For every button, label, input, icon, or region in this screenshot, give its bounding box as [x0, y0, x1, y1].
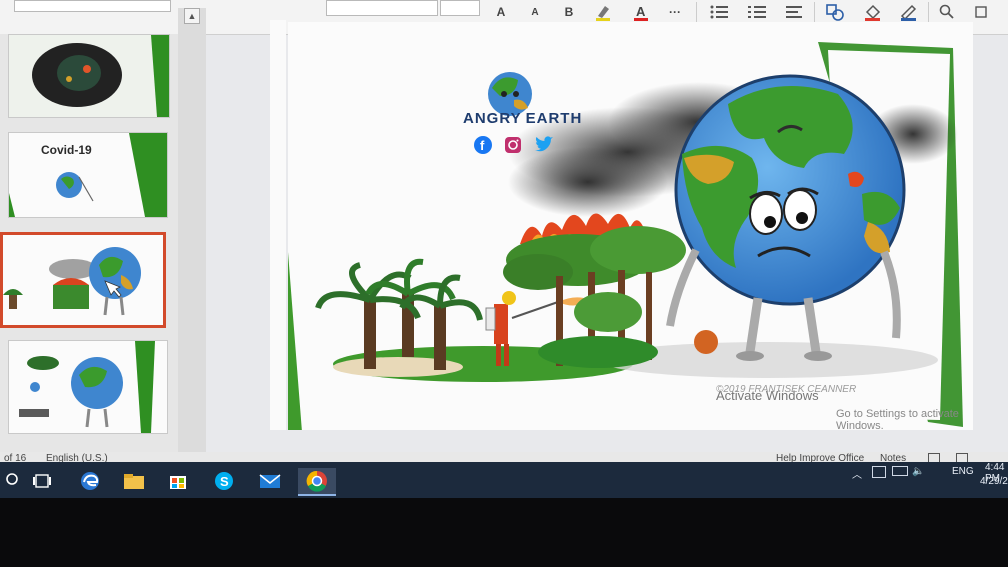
align-icon[interactable] [782, 2, 808, 22]
grow-font-button[interactable]: A [492, 2, 510, 22]
divider [928, 2, 929, 24]
numbering-icon[interactable] [744, 2, 770, 22]
mail-icon[interactable] [256, 468, 284, 494]
social-icons: f [474, 136, 554, 159]
bullets-icon[interactable] [706, 2, 732, 22]
brand-letter-e: E [525, 110, 537, 127]
edge-icon[interactable] [76, 468, 104, 494]
search-icon[interactable] [0, 468, 28, 494]
more-button[interactable]: ··· [664, 2, 686, 22]
store-icon[interactable] [164, 468, 192, 494]
monitor-bezel [0, 498, 1008, 567]
chrome-icon[interactable] [298, 468, 336, 496]
brand-word-arth: ARTH [536, 110, 583, 127]
facebook-icon[interactable]: f [474, 136, 492, 159]
svg-text:f: f [480, 138, 485, 153]
skype-icon[interactable]: S [210, 468, 238, 494]
shrink-font-button[interactable]: A [526, 2, 544, 22]
dictate-icon[interactable] [970, 2, 992, 22]
input-language[interactable]: ENG [952, 466, 974, 477]
thumbnail-scrollbar[interactable]: ▲ [178, 8, 206, 456]
file-explorer-icon[interactable] [120, 468, 148, 494]
clock-date[interactable]: 4/29/20 [980, 476, 1008, 487]
slide-illustration [288, 42, 963, 432]
volume-icon[interactable]: 🔈 [912, 466, 924, 477]
thumbnail-title: Covid-19 [41, 143, 92, 157]
search-icon[interactable] [936, 2, 958, 22]
slide-thumbnail-1[interactable] [8, 34, 170, 118]
task-view-icon[interactable] [28, 468, 56, 494]
fill-icon[interactable] [860, 2, 886, 22]
instagram-icon[interactable] [504, 136, 522, 159]
slide-thumbnail-4[interactable] [8, 340, 168, 434]
slide-canvas: ANGRY E ARTH f Activate Windows Go to Se… [288, 22, 973, 432]
activate-windows-subtitle: Go to Settings to activate Windows. [836, 408, 959, 432]
divider [814, 2, 815, 24]
ribbon-slide-strip [14, 0, 171, 12]
shapes-icon[interactable] [822, 2, 848, 22]
bold-button[interactable]: B [560, 2, 578, 22]
svg-text:A: A [636, 4, 646, 19]
show-hidden-icons[interactable]: ︿ [852, 466, 862, 481]
artist-credit: ©2019 FRANTISEK CEANNER [716, 384, 857, 395]
battery-icon[interactable] [892, 466, 908, 476]
scroll-up-icon[interactable]: ▲ [184, 8, 200, 24]
font-color-icon[interactable]: A [630, 2, 652, 22]
taskbar: S ︿ 🔈 ENG 4:44 PM 4/29/20 [0, 462, 1008, 498]
font-size-box[interactable] [440, 0, 480, 16]
network-icon[interactable] [872, 466, 886, 478]
font-name-box[interactable] [326, 0, 438, 16]
highlight-icon[interactable] [592, 2, 614, 22]
slide-frame-edge [270, 20, 286, 430]
brand-wordmark: ANGRY E ARTH [463, 110, 582, 127]
twitter-icon[interactable] [534, 136, 554, 159]
thumbnail-pane: Covid-19 [0, 34, 178, 452]
screen: A A B A ··· Covid-19 ▲ ANGRY E ARTH f Ac… [0, 0, 1008, 498]
divider [696, 2, 697, 24]
svg-text:S: S [220, 474, 229, 489]
brand-word-angry: ANGRY [463, 110, 522, 127]
slide-thumbnail-3-selected[interactable] [0, 232, 166, 328]
outline-icon[interactable] [896, 2, 922, 22]
slide-thumbnail-2[interactable]: Covid-19 [8, 132, 168, 218]
